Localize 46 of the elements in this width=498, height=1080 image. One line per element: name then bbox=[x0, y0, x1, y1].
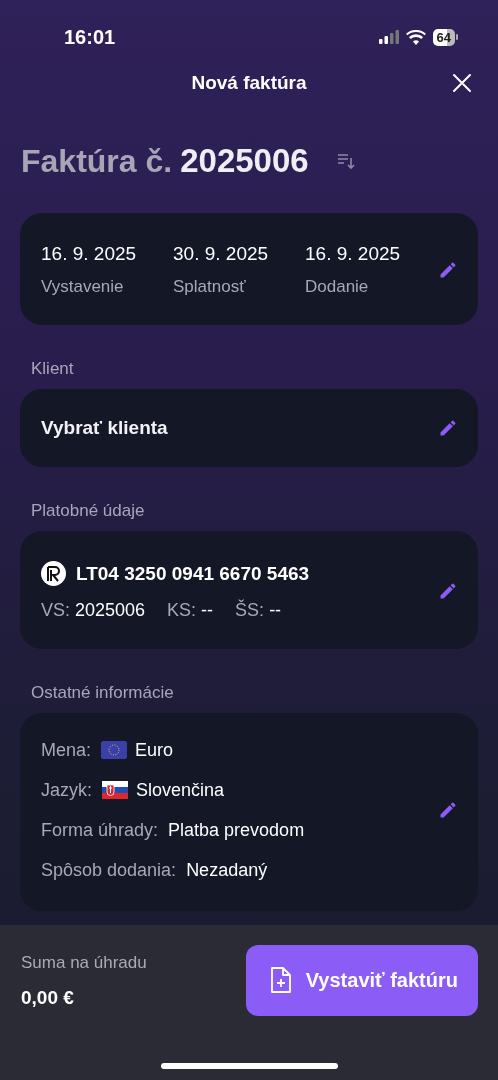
total-label: Suma na úhradu bbox=[21, 952, 147, 973]
battery-icon: 64 bbox=[432, 28, 458, 46]
client-placeholder: Vybrať klienta bbox=[41, 417, 168, 438]
date-value: 16. 9. 2025 bbox=[305, 243, 402, 265]
symbol-value: -- bbox=[201, 600, 214, 621]
total-amount: 0,00 € bbox=[21, 986, 75, 1009]
invoice-number: 2025006 bbox=[180, 142, 309, 180]
edit-icon[interactable] bbox=[438, 260, 458, 280]
section-label: Klient bbox=[31, 359, 74, 378]
sort-icon[interactable] bbox=[336, 152, 355, 170]
info-value: Nezadaný bbox=[186, 859, 268, 881]
file-add-icon bbox=[269, 967, 292, 994]
iban-number: LT04 3250 0941 6670 5463 bbox=[76, 562, 310, 585]
client-card[interactable]: Vybrať klienta bbox=[20, 389, 478, 467]
symbol-label: VS: bbox=[41, 600, 70, 621]
date-label: Vystavenie bbox=[41, 277, 125, 297]
symbol-label: KS: bbox=[167, 600, 197, 621]
info-label: Forma úhrady: bbox=[41, 819, 159, 841]
info-value: Euro bbox=[135, 739, 174, 761]
eu-flag-icon bbox=[101, 741, 128, 759]
info-label: Mena: bbox=[41, 739, 92, 761]
screen-title: Nová faktúra bbox=[191, 72, 307, 94]
info-label: Jazyk: bbox=[41, 779, 92, 801]
symbol-label: ŠS: bbox=[235, 600, 265, 621]
info-value: Platba prevodom bbox=[168, 819, 305, 841]
date-label: Splatnosť bbox=[173, 277, 247, 297]
slovak-flag-icon bbox=[102, 781, 128, 799]
date-value: 16. 9. 2025 bbox=[41, 243, 138, 265]
wifi-icon bbox=[405, 29, 426, 45]
info-label: Spôsob dodania: bbox=[41, 859, 177, 881]
date-value: 30. 9. 2025 bbox=[173, 243, 270, 265]
edit-icon[interactable] bbox=[438, 581, 458, 601]
signal-icon bbox=[378, 30, 399, 44]
bank-logo-icon bbox=[41, 561, 66, 586]
invoice-label: Faktúra č. bbox=[21, 142, 173, 180]
section-label: Platobné údaje bbox=[31, 501, 145, 520]
info-value: Slovenčina bbox=[136, 779, 225, 801]
symbol-value: 2025006 bbox=[75, 600, 146, 621]
date-label: Dodanie bbox=[305, 277, 370, 297]
clock-time: 16:01 bbox=[64, 25, 116, 49]
edit-icon[interactable] bbox=[438, 418, 458, 438]
edit-icon[interactable] bbox=[438, 800, 458, 820]
section-label: Ostatné informácie bbox=[31, 683, 174, 702]
close-icon[interactable] bbox=[452, 73, 472, 93]
issue-invoice-button[interactable]: Vystaviť faktúru bbox=[245, 945, 478, 1016]
symbol-value: -- bbox=[269, 600, 282, 621]
